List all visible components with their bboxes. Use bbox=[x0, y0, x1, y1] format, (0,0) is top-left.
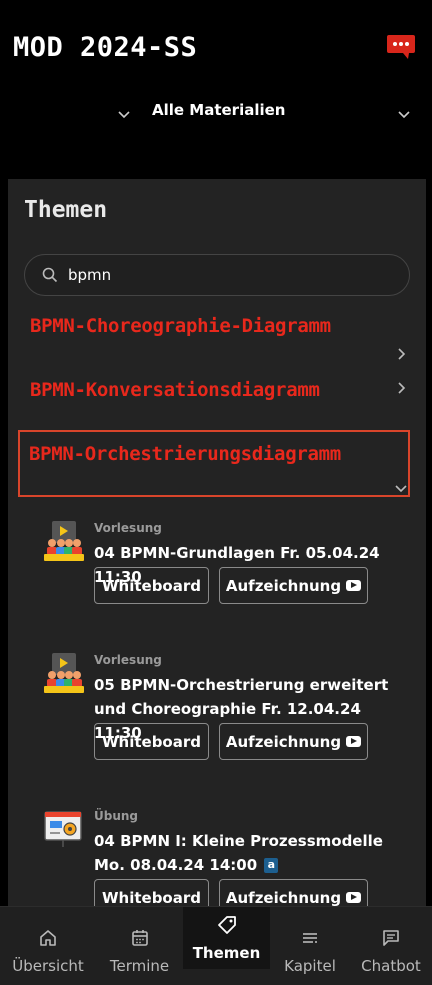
youtube-icon bbox=[346, 580, 362, 591]
calendar-icon bbox=[131, 929, 149, 951]
home-icon bbox=[39, 929, 57, 951]
topic-item[interactable]: BPMN-Konversationsdiagramm bbox=[18, 373, 410, 429]
topic-item-active[interactable]: BPMN-Orchestrierungsdiagramm bbox=[18, 430, 410, 497]
topic-label: BPMN-Orchestrierungsdiagramm bbox=[29, 443, 341, 465]
topic-label: BPMN-Konversationsdiagramm bbox=[30, 379, 320, 401]
bottom-nav: Übersicht Termine Themen Kapitel Chatbot bbox=[0, 906, 432, 985]
nav-item-termine[interactable]: Termine bbox=[96, 907, 183, 985]
chevron-right-icon[interactable] bbox=[398, 379, 406, 398]
youtube-icon bbox=[346, 736, 362, 747]
lecture-icon bbox=[44, 521, 84, 563]
recording-button[interactable]: Aufzeichnung bbox=[219, 723, 368, 760]
nav-item-uebersicht[interactable]: Übersicht bbox=[0, 907, 96, 985]
material-item: Vorlesung 05 BPMN-Orchestrierung erweite… bbox=[44, 653, 414, 763]
material-item: Vorlesung 04 BPMN-Grundlagen Fr. 05.04.2… bbox=[44, 521, 414, 611]
nav-label: Chatbot bbox=[361, 957, 421, 975]
material-type: Vorlesung bbox=[94, 521, 162, 535]
chevron-right-icon[interactable] bbox=[398, 345, 406, 364]
nav-label: Übersicht bbox=[12, 957, 84, 975]
search-input[interactable] bbox=[68, 263, 388, 287]
chevron-down-icon[interactable] bbox=[118, 104, 130, 123]
material-filter[interactable]: Alle Materialien bbox=[0, 100, 432, 124]
nav-label: Kapitel bbox=[284, 957, 336, 975]
material-title[interactable]: 04 BPMN I: Kleine Prozessmodelle Mo. 08.… bbox=[94, 829, 404, 877]
list-icon bbox=[301, 929, 319, 951]
nav-item-themen[interactable]: Themen bbox=[183, 907, 270, 969]
nav-label: Themen bbox=[192, 944, 261, 962]
nav-item-chatbot[interactable]: Chatbot bbox=[350, 907, 432, 985]
material-type: Übung bbox=[94, 809, 139, 823]
filter-selected-label[interactable]: Alle Materialien bbox=[152, 101, 285, 119]
panel-title: Themen bbox=[24, 197, 108, 223]
youtube-icon bbox=[346, 892, 362, 903]
tag-icon bbox=[217, 915, 237, 939]
search-icon bbox=[42, 267, 58, 287]
chat-icon bbox=[382, 929, 400, 951]
chevron-down-icon[interactable] bbox=[398, 104, 410, 123]
nav-label: Termine bbox=[109, 957, 170, 975]
nav-item-kapitel[interactable]: Kapitel bbox=[270, 907, 350, 985]
exercise-icon bbox=[44, 809, 84, 851]
search-box[interactable] bbox=[24, 254, 410, 296]
lecture-icon bbox=[44, 653, 84, 695]
material-type: Vorlesung bbox=[94, 653, 162, 667]
material-item: Übung 04 BPMN I: Kleine Prozessmodelle M… bbox=[44, 809, 414, 919]
recording-button[interactable]: Aufzeichnung bbox=[219, 567, 368, 604]
a-badge: a bbox=[264, 858, 279, 873]
topic-label: BPMN-Choreographie-Diagramm bbox=[30, 315, 331, 337]
topic-item[interactable]: BPMN-Choreographie-Diagramm bbox=[18, 309, 410, 365]
topics-panel: Themen BPMN-Choreographie-Diagramm BPMN-… bbox=[8, 179, 426, 985]
whiteboard-button[interactable]: Whiteboard bbox=[94, 567, 209, 604]
app-title: MOD 2024-SS bbox=[13, 32, 198, 63]
speech-bubble-ellipsis-icon[interactable] bbox=[386, 34, 416, 59]
chevron-down-icon[interactable] bbox=[395, 478, 407, 497]
whiteboard-button[interactable]: Whiteboard bbox=[94, 723, 209, 760]
